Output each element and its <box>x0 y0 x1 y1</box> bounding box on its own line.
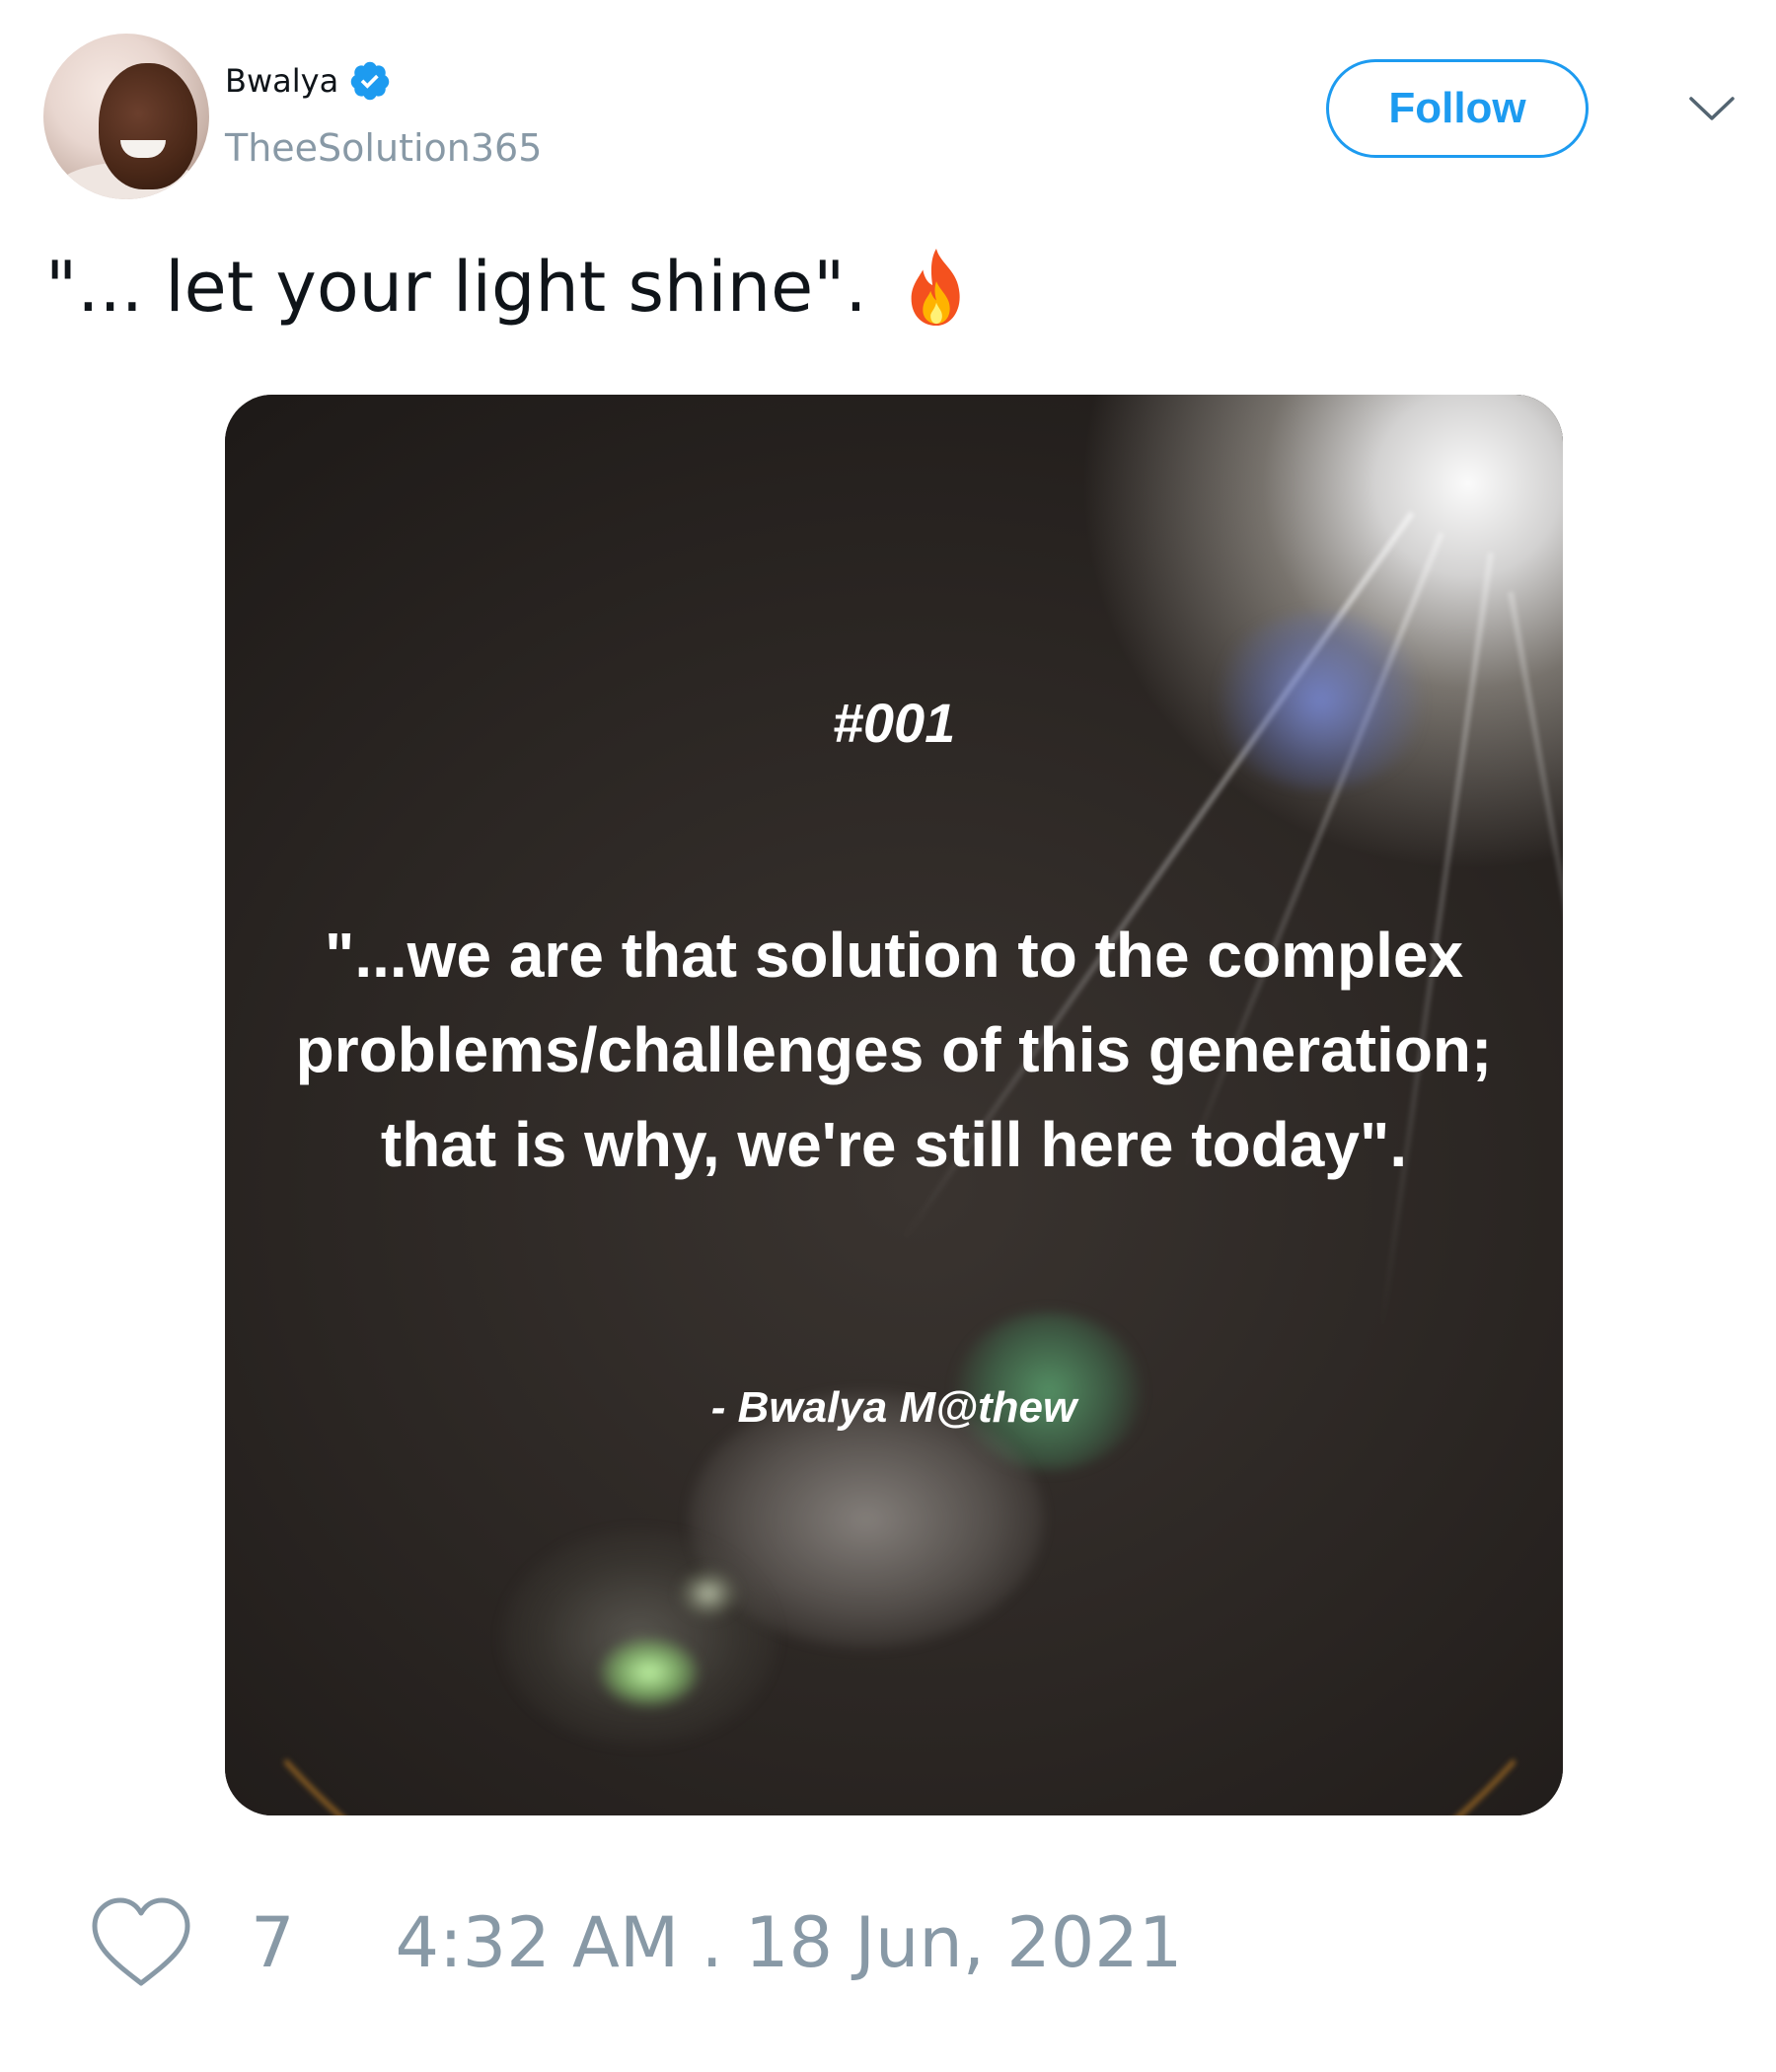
avatar-face <box>99 63 197 189</box>
author-name-row: Bwalya <box>225 59 392 103</box>
tweet-timestamp[interactable]: 4:32 AM . 18 Jun, 2021 <box>396 1902 1183 1983</box>
chevron-down-icon[interactable] <box>1687 91 1737 126</box>
verified-badge-icon <box>350 61 390 101</box>
author-display-name[interactable]: Bwalya <box>225 65 338 97</box>
tweet-footer: 7 4:32 AM . 18 Jun, 2021 <box>89 1894 1182 1991</box>
like-count: 7 <box>251 1902 295 1983</box>
tweet-text-row: "... let your light shine". <box>45 247 972 328</box>
author-handle[interactable]: TheeSolution365 <box>225 126 542 170</box>
tweet-media-image[interactable]: #001 "...we are that solution to the com… <box>225 395 1563 1815</box>
heart-icon[interactable] <box>89 1894 193 1991</box>
follow-button[interactable]: Follow <box>1326 59 1589 158</box>
lens-flare-decoration <box>600 1638 699 1707</box>
fire-icon <box>911 248 960 327</box>
lens-flare-decoration <box>679 1569 738 1618</box>
quote-text: "...we are that solution to the complex … <box>295 920 1493 1180</box>
tweet-text: "... let your light shine". <box>45 247 867 328</box>
tweet-card: Bwalya TheeSolution365 Follow "... let y… <box>0 0 1776 2072</box>
quote-number: #001 <box>832 692 956 754</box>
quote-attribution: - Bwalya M@thew <box>710 1383 1077 1432</box>
avatar[interactable] <box>43 34 209 199</box>
